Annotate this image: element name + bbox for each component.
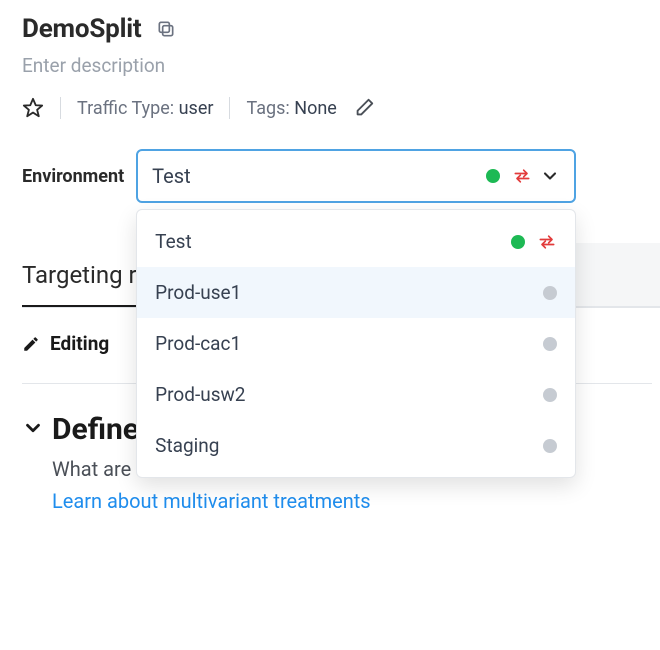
- tags-value: None: [294, 98, 337, 119]
- learn-multivariant-link[interactable]: Learn about multivariant treatments: [52, 489, 660, 513]
- tags-label: Tags:: [246, 98, 289, 119]
- star-icon[interactable]: [22, 97, 44, 119]
- pencil-icon[interactable]: [353, 97, 375, 119]
- status-dot-icon: [543, 337, 557, 351]
- editing-label: Editing: [50, 332, 109, 355]
- status-dot-icon: [543, 388, 557, 402]
- copy-icon[interactable]: [156, 19, 176, 39]
- environment-label: Environment: [22, 166, 124, 187]
- traffic-type-value: user: [179, 98, 214, 119]
- environment-option[interactable]: Staging: [137, 420, 575, 471]
- description-placeholder[interactable]: Enter description: [22, 54, 660, 77]
- environment-option-label: Prod-usw2: [155, 383, 543, 406]
- environment-option-label: Test: [155, 230, 511, 253]
- environment-option-label: Prod-use1: [155, 281, 543, 304]
- environment-option-label: Prod-cac1: [155, 332, 543, 355]
- status-dot-icon: [543, 439, 557, 453]
- traffic-type-label: Traffic Type:: [77, 98, 174, 119]
- separator: [60, 97, 61, 119]
- status-dot-icon: [543, 286, 557, 300]
- environment-select[interactable]: Test: [136, 149, 576, 203]
- chevron-down-icon[interactable]: [22, 417, 44, 443]
- environment-option[interactable]: Prod-cac1: [137, 318, 575, 369]
- page-title: DemoSplit: [22, 14, 142, 44]
- section-title-define: Define: [52, 412, 139, 447]
- environment-option[interactable]: Test: [137, 216, 575, 267]
- environment-option-label: Staging: [155, 434, 543, 457]
- swap-icon: [537, 232, 557, 252]
- environment-option[interactable]: Prod-use1: [137, 267, 575, 318]
- status-dot-icon: [486, 169, 500, 183]
- environment-option[interactable]: Prod-usw2: [137, 369, 575, 420]
- tab-targeting[interactable]: Targeting r: [22, 243, 137, 307]
- environment-selected-value: Test: [152, 164, 486, 188]
- chevron-down-icon: [540, 166, 560, 186]
- meta-row: Traffic Type: user Tags: None: [22, 97, 660, 119]
- status-dot-icon: [511, 235, 525, 249]
- environment-dropdown: Test Prod-use1 Prod-cac1 Prod-usw2: [136, 209, 576, 478]
- swap-icon: [512, 166, 532, 186]
- pencil-filled-icon: [22, 335, 40, 353]
- separator: [229, 97, 230, 119]
